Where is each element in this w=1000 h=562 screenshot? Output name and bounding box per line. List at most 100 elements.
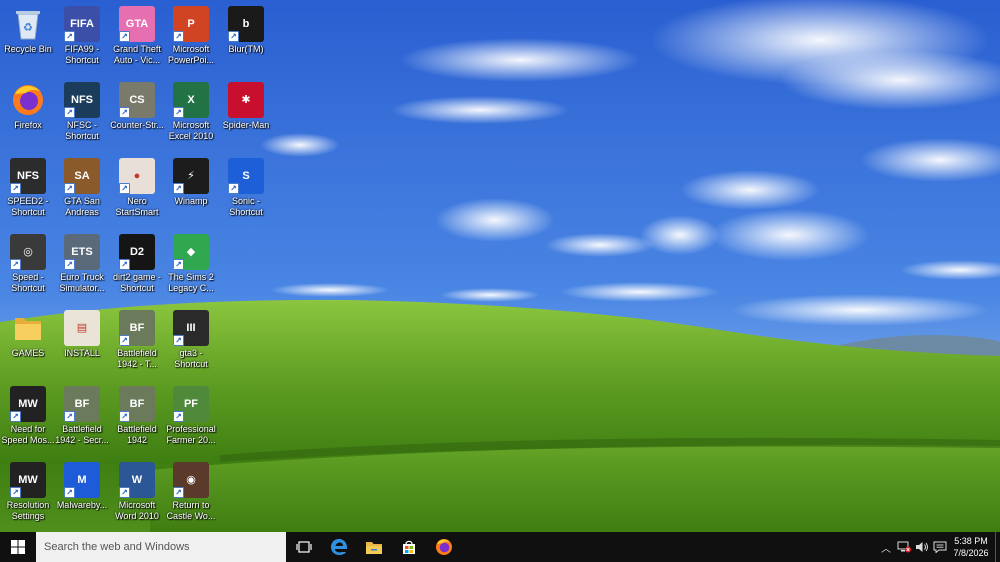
shortcut-arrow-icon: ↗ [173, 487, 184, 498]
malwarebytes-icon: M ↗ [64, 462, 100, 498]
sims2-icon: ◆ ↗ [173, 234, 209, 270]
desktop-icon-rtcw[interactable]: ◉ ↗ Return to Castle Wo... [163, 458, 219, 532]
desktop-icon-word[interactable]: W ↗ Microsoft Word 2010 [109, 458, 165, 532]
shortcut-arrow-icon: ↗ [173, 259, 184, 270]
desktop-icon-gta-vice-city[interactable]: GTA ↗ Grand Theft Auto - Vic... [109, 2, 165, 76]
dirt2-icon: D2 ↗ [119, 234, 155, 270]
euro-truck-icon: ETS ↗ [64, 234, 100, 270]
desktop-icon-label: Recycle Bin [4, 44, 52, 54]
desktop-icon-fifa99[interactable]: FIFA ↗ FIFA99 - Shortcut [54, 2, 110, 76]
nero-icon: ● ↗ [119, 158, 155, 194]
icon-glyph: P [187, 17, 195, 30]
shortcut-arrow-icon: ↗ [64, 107, 75, 118]
taskbar-search-box[interactable]: Search the web and Windows [36, 532, 286, 562]
edge-icon [330, 539, 347, 555]
icon-glyph: MW [18, 473, 38, 486]
clock-date: 7/8/2026 [953, 548, 989, 558]
shortcut-arrow-icon: ↗ [64, 487, 75, 498]
icon-glyph: MW [18, 397, 38, 410]
battlefield-1942-icon: BF ↗ [119, 310, 155, 346]
folder-icon [10, 310, 46, 346]
desktop-icon-speed2[interactable]: NFS ↗ SPEED2 - Shortcut [0, 154, 56, 228]
desktop-icon-label: Battlefield 1942 - T... [117, 348, 157, 369]
desktop-icon-label: Winamp [174, 196, 208, 206]
desktop-icon-nfs-most-wanted[interactable]: MW ↗ Need for Speed Mos... [0, 382, 56, 456]
shortcut-arrow-icon: ↗ [228, 31, 239, 42]
taskbar-file-explorer-button[interactable] [356, 532, 391, 562]
icon-glyph: NFS [17, 169, 39, 182]
desktop-icon-gta3[interactable]: III ↗ gta3 - Shortcut [163, 306, 219, 380]
network-status-button[interactable] [895, 532, 913, 562]
desktop-icon-label: Blur(TM) [228, 44, 264, 54]
shortcut-arrow-icon: ↗ [10, 411, 21, 422]
desktop-icon-label: Need for Speed Mos... [1, 424, 55, 445]
shortcut-arrow-icon: ↗ [64, 411, 75, 422]
volume-button[interactable] [913, 532, 931, 562]
desktop-icon-label: SPEED2 - Shortcut [7, 196, 49, 217]
shortcut-arrow-icon: ↗ [10, 259, 21, 270]
blur-icon: b ↗ [228, 6, 264, 42]
task-view-button[interactable] [286, 532, 321, 562]
icon-glyph: PF [183, 397, 199, 410]
chevron-up-icon: ︿ [881, 543, 891, 555]
desktop-icon-sims2[interactable]: ◆ ↗ The Sims 2 Legacy C... [163, 230, 219, 304]
desktop-icon-label: INSTALL [64, 348, 100, 358]
task-view-icon [295, 541, 312, 553]
icon-glyph: ✱ [241, 93, 251, 106]
icon-glyph: b [242, 17, 250, 30]
desktop-icon-malwarebytes[interactable]: M ↗ Malwareby... [54, 458, 110, 532]
taskbar-clock[interactable]: 5:38 PM 7/8/2026 [949, 532, 993, 562]
shortcut-arrow-icon: ↗ [119, 31, 130, 42]
desktop-icon-nfsc[interactable]: NFS ↗ NFSC - Shortcut [54, 78, 110, 152]
excel-icon: X ↗ [173, 82, 209, 118]
icon-glyph: BF [129, 397, 145, 410]
desktop-icon-gta-san-andreas[interactable]: SA ↗ GTA San Andreas [54, 154, 110, 228]
desktop-icon-euro-truck[interactable]: ETS ↗ Euro Truck Simulator... [54, 230, 110, 304]
desktop-icon-professional-farmer[interactable]: PF ↗ Professional Farmer 20... [163, 382, 219, 456]
desktop-icon-battlefield-1942-main[interactable]: BF ↗ Battlefield 1942 [109, 382, 165, 456]
rtcw-icon: ◉ ↗ [173, 462, 209, 498]
desktop-icon-label: dirt2 game - Shortcut [112, 272, 162, 293]
desktop-icon-sonic[interactable]: S ↗ Sonic - Shortcut [218, 154, 274, 228]
desktop-icon-blur[interactable]: b ↗ Blur(TM) [218, 2, 274, 76]
shortcut-arrow-icon: ↗ [228, 183, 239, 194]
icon-glyph: ● [133, 169, 141, 182]
winamp-icon: ⚡ ↗ [173, 158, 209, 194]
gta-vice-city-icon: GTA ↗ [119, 6, 155, 42]
desktop-icon-label: GAMES [11, 348, 45, 358]
firefox-icon [10, 82, 46, 118]
desktop-icon-excel[interactable]: X ↗ Microsoft Excel 2010 [163, 78, 219, 152]
taskbar-firefox-button[interactable] [426, 532, 461, 562]
desktop-icon-recycle-bin[interactable]: ♻ Recycle Bin [0, 2, 56, 76]
battlefield-1942-secret-icon: BF ↗ [64, 386, 100, 422]
desktop-icon-folder[interactable]: GAMES [0, 306, 56, 380]
notifications-button[interactable] [931, 532, 949, 562]
desktop-icon-powerpoint[interactable]: P ↗ Microsoft PowerPoi... [163, 2, 219, 76]
icon-glyph: ETS [71, 245, 93, 258]
desktop-icon-winamp[interactable]: ⚡ ↗ Winamp [163, 154, 219, 228]
desktop-icon-counter-strike[interactable]: CS ↗ Counter-Str... [109, 78, 165, 152]
show-desktop-button[interactable] [995, 532, 1000, 562]
taskbar-edge-button[interactable] [321, 532, 356, 562]
system-tray: ︿ 5:38 PM 7/8/2026 [877, 532, 1000, 562]
icon-glyph: GTA [125, 17, 149, 30]
desktop-icon-install[interactable]: ▤ INSTALL [54, 306, 110, 380]
icon-glyph: ◆ [186, 245, 196, 258]
desktop-icon-speed[interactable]: ◎ ↗ Speed - Shortcut [0, 230, 56, 304]
start-button[interactable] [0, 532, 36, 562]
desktop-icon-label: GTA San Andreas [64, 196, 100, 217]
taskbar-store-button[interactable] [391, 532, 426, 562]
shortcut-arrow-icon: ↗ [173, 31, 184, 42]
desktop-icon-label: Speed - Shortcut [11, 272, 45, 293]
desktop-icon-dirt2[interactable]: D2 ↗ dirt2 game - Shortcut [109, 230, 165, 304]
desktop-icon-label: Resolution Settings [6, 500, 50, 521]
show-hidden-icons-button[interactable]: ︿ [877, 532, 895, 562]
desktop-icon-firefox[interactable]: Firefox [0, 78, 56, 152]
icon-glyph: FIFA [70, 17, 94, 30]
desktop-icon-spider-man[interactable]: ✱ Spider-Man [218, 78, 274, 152]
shortcut-arrow-icon: ↗ [173, 107, 184, 118]
desktop-icon-battlefield-1942-secret[interactable]: BF ↗ Battlefield 1942 - Secr... [54, 382, 110, 456]
desktop-icon-resolution-settings[interactable]: MW ↗ Resolution Settings [0, 458, 56, 532]
desktop-icon-nero[interactable]: ● ↗ Nero StartSmart [109, 154, 165, 228]
desktop-icon-battlefield-1942[interactable]: BF ↗ Battlefield 1942 - T... [109, 306, 165, 380]
